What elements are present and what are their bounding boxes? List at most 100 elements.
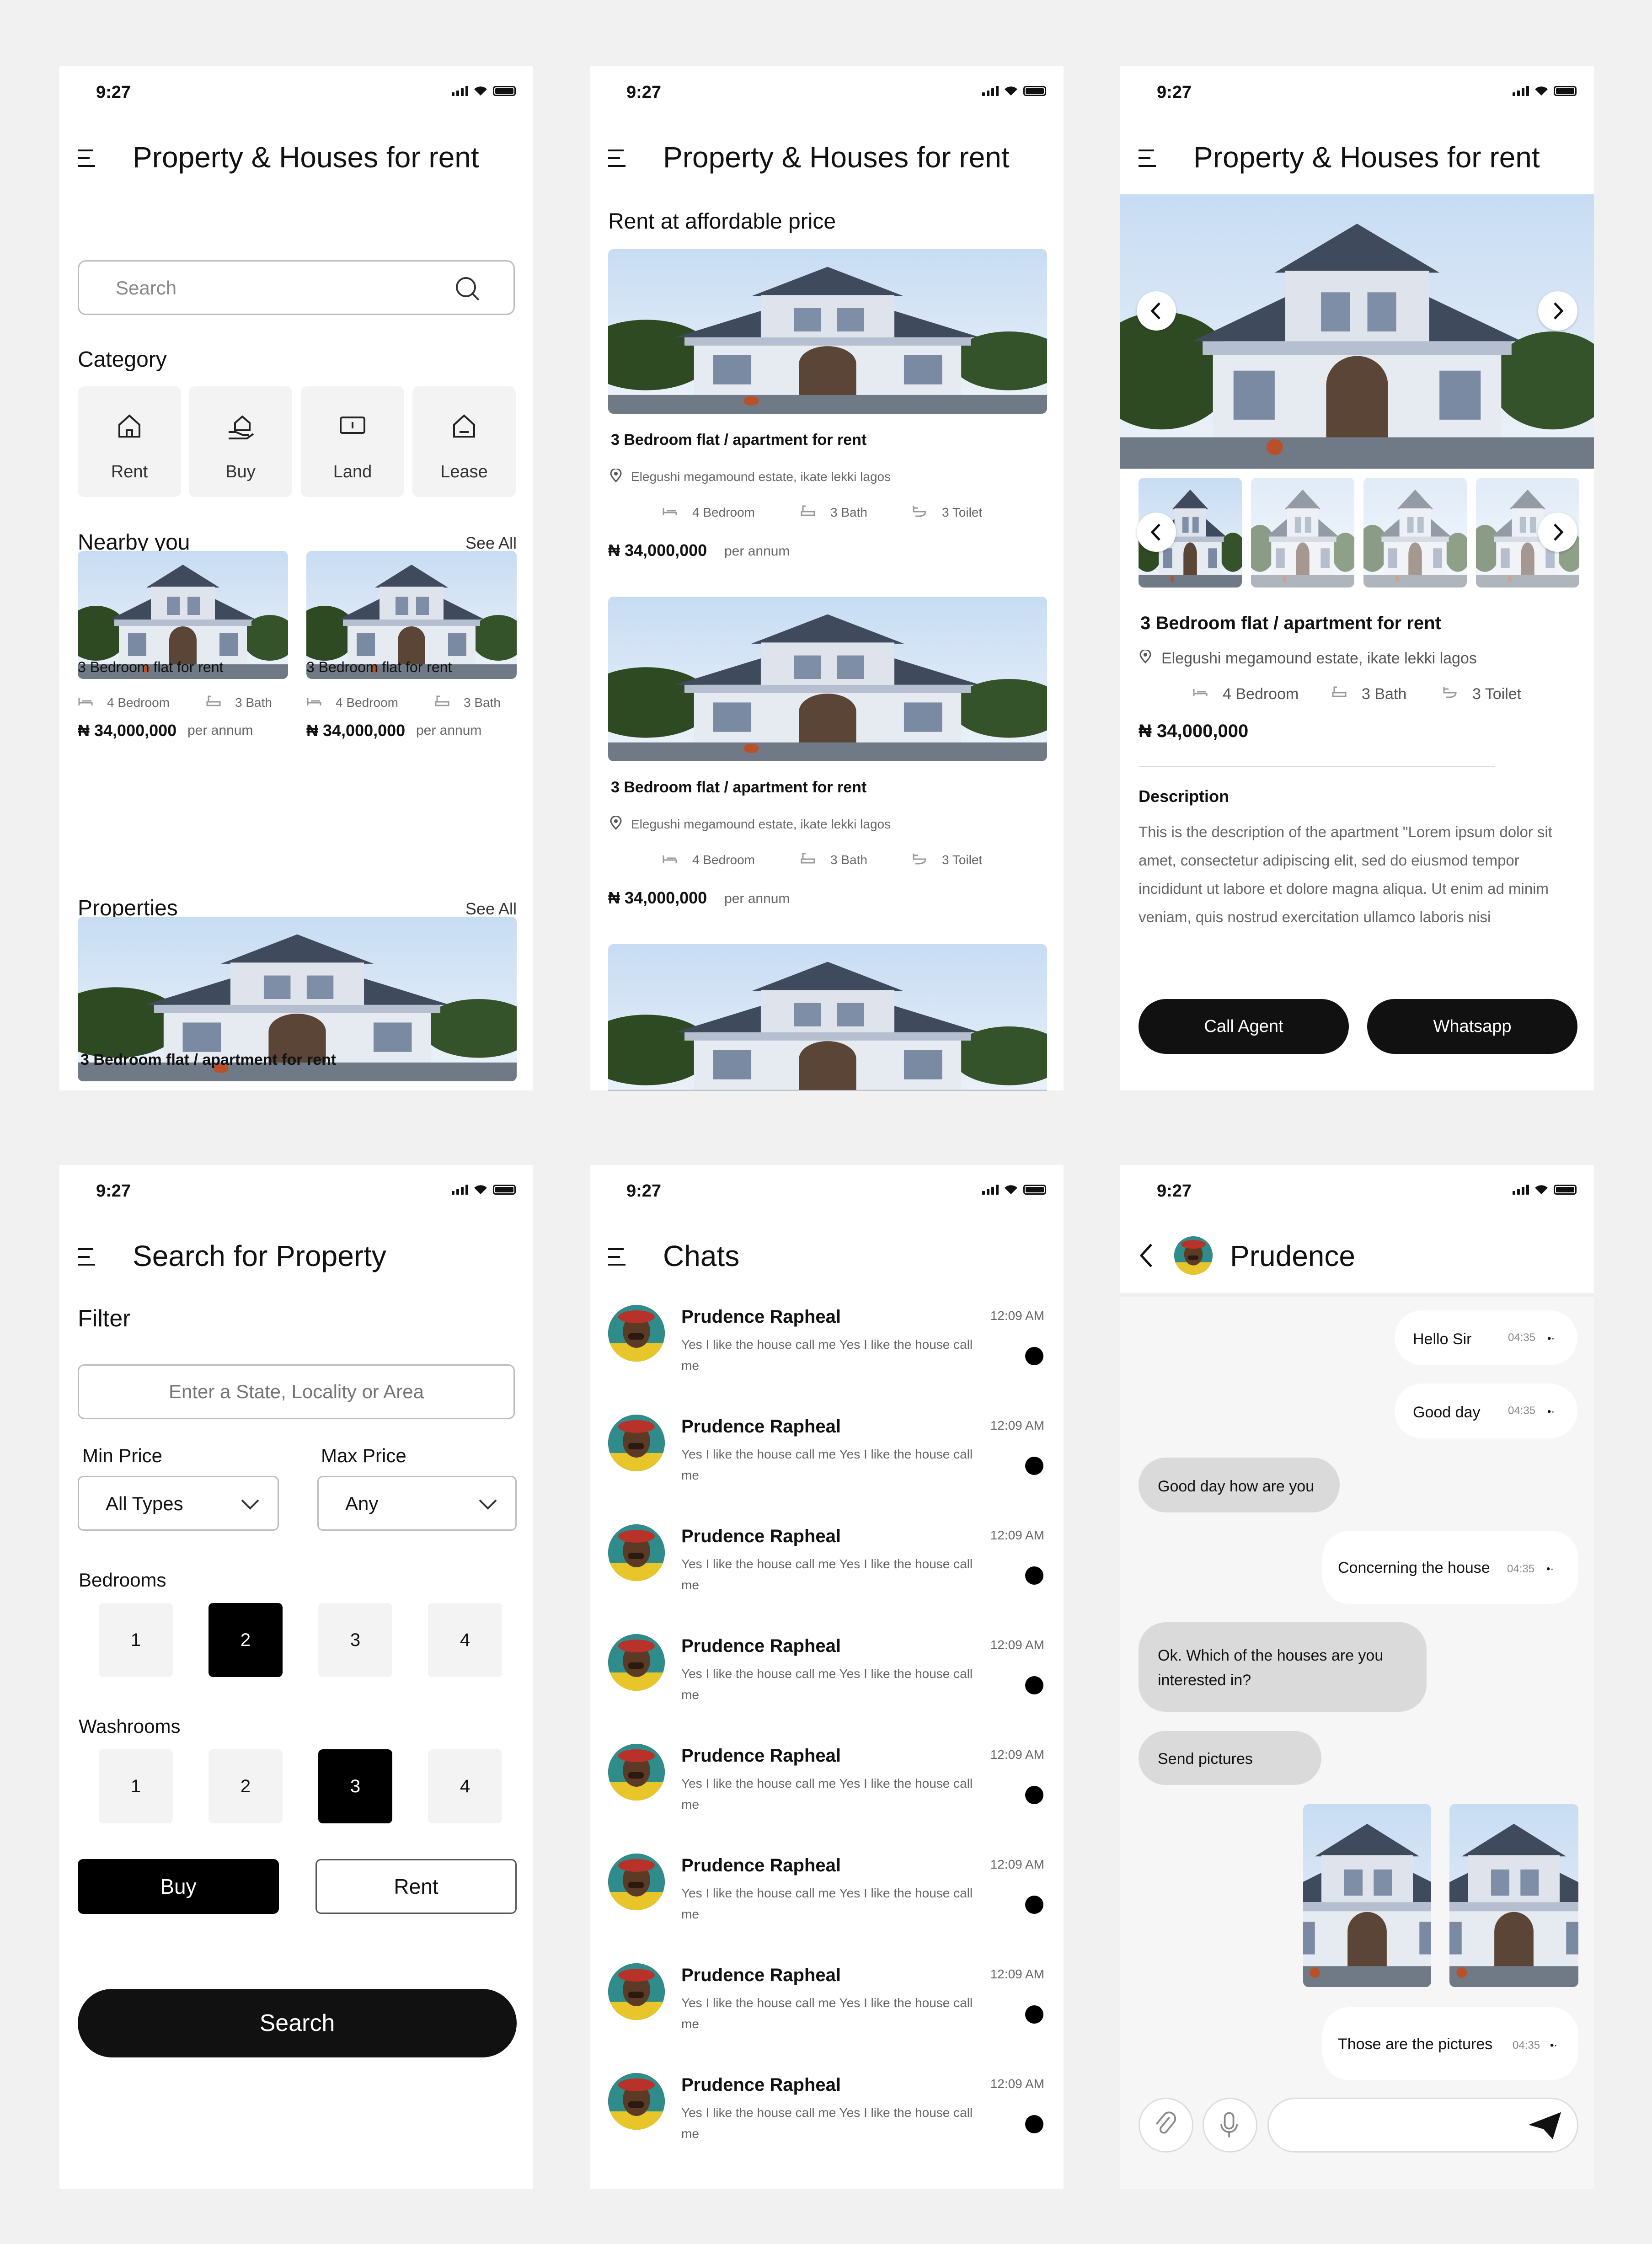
listing-title[interactable]: 3 Bedroom flat / apartment for rent [611,779,866,796]
category-land[interactable]: Land [301,386,404,497]
signal-icon [982,86,999,96]
status-bar: 9:27 [59,1165,533,1220]
washroom-option[interactable]: 4 [428,1749,502,1823]
listing-photo[interactable] [608,597,1047,761]
bedroom-option[interactable]: 1 [99,1603,173,1677]
see-all-link[interactable]: See All [465,534,517,553]
listing-location: Elegushi megamound estate, ikate lekki l… [631,817,891,831]
chat-time: 12:09 AM [990,1418,1044,1432]
page-title: Property & Houses for rent [1193,141,1540,174]
avatar [608,2073,665,2130]
min-price-select[interactable]: All Types [78,1476,279,1531]
chat-row[interactable]: Prudence Rapheal 12:09 AM Yes I like the h… [608,1305,1047,1405]
menu-icon[interactable] [1139,147,1157,170]
filter-title: Filter [78,1305,131,1332]
category-lease[interactable]: Lease [412,386,516,497]
chat-row[interactable]: Prudence Rapheal 12:09 AM Yes I like the h… [608,1415,1047,1515]
category-buy[interactable]: Buy [189,386,292,497]
page-title: Property & Houses for rent [663,141,1010,174]
chat-name: Prudence Rapheal [681,1746,841,1766]
read-status-icon: •· [1547,1332,1555,1345]
search-field[interactable] [78,260,515,315]
bedroom-option[interactable]: 4 [428,1603,502,1677]
gallery-prev-button[interactable] [1137,291,1176,331]
shared-photo[interactable] [1303,1804,1431,1987]
price-period: per annum [724,544,790,559]
see-all-link[interactable]: See All [465,899,517,919]
location-pin-icon [1139,650,1151,663]
unread-dot [1025,2115,1043,2133]
washroom-option-selected[interactable]: 3 [318,1749,392,1823]
max-price-select[interactable]: Any [317,1476,517,1531]
menu-icon[interactable] [608,147,626,170]
location-field[interactable] [78,1364,515,1419]
screen-conversation: 9:27 Prudence Hello Sir 04:35 •· Good da… [1120,1165,1594,2189]
thumbnail-prev-button[interactable] [1137,513,1176,552]
location-input[interactable] [79,1366,513,1418]
send-icon[interactable] [1529,2112,1561,2139]
chat-row[interactable]: Prudence Rapheal 12:09 AM Yes I like the h… [608,1524,1047,1625]
bedroom-count: 4 Bedroom [692,505,755,519]
bed-icon [307,698,321,705]
chat-row[interactable]: Prudence Rapheal 12:09 AM Yes I like the h… [608,1854,1047,1954]
chat-preview: Yes I like the house call me Yes I like … [681,1557,973,1592]
battery-icon [1023,1185,1046,1195]
description-text: This is the description of the apartment… [1139,823,1552,925]
bedroom-option[interactable]: 3 [318,1603,392,1677]
listing-price: ₦ 34,000,000 [608,888,707,907]
search-button[interactable]: Search [78,1989,517,2057]
rent-toggle-button[interactable]: Rent [315,1859,517,1914]
thumbnail-next-button[interactable] [1538,513,1577,552]
chat-name: Prudence Rapheal [681,1636,841,1656]
gallery-main-photo[interactable] [1120,194,1594,469]
menu-icon[interactable] [78,1245,96,1268]
bath-icon [1332,686,1347,697]
thumbnail[interactable] [1363,478,1467,588]
listing-title[interactable]: 3 Bedroom flat / apartment for rent [611,431,866,449]
price-period: per annum [416,723,482,738]
attach-button[interactable] [1139,2098,1193,2153]
menu-icon[interactable] [608,1245,626,1268]
toilet-icon [913,506,926,517]
buy-toggle-button[interactable]: Buy [78,1859,279,1914]
thumbnail[interactable] [1251,478,1354,588]
min-price-value: All Types [106,1493,183,1514]
chat-preview: Yes I like the house call me Yes I like … [681,1667,973,1702]
washroom-option[interactable]: 2 [209,1749,283,1823]
chat-row[interactable]: Prudence Rapheal 12:09 AM Yes I like the h… [608,2073,1047,2174]
avatar [608,1415,665,1471]
bath-count: 3 Bath [464,695,501,710]
bath-icon [206,695,221,706]
chat-row[interactable]: Prudence Rapheal 12:09 AM Yes I like the h… [608,1963,1047,2064]
listing-photo[interactable] [608,249,1047,414]
nearby-title-1[interactable]: 3 Bedroom flat for rent [78,659,223,676]
microphone-icon [1220,2112,1238,2137]
search-icon[interactable] [454,275,481,303]
wifi-icon [474,86,487,96]
back-arrow-icon[interactable] [1137,1242,1155,1269]
search-input[interactable] [116,277,390,299]
message-bubble-sent: Good day 04:35 •· [1395,1384,1577,1438]
nearby-title-2[interactable]: 3 Bedroom flat for rent [306,659,452,676]
shared-photo[interactable] [1449,1804,1578,1987]
voice-button[interactable] [1203,2098,1257,2153]
message-input-field[interactable] [1267,2098,1578,2153]
chat-preview: Yes I like the house call me Yes I like … [681,1447,973,1482]
category-label: Lease [440,462,488,481]
property-title[interactable]: 3 Bedroom flat / apartment for rent [80,1051,336,1069]
chat-row[interactable]: Prudence Rapheal 12:09 AM Yes I like the h… [608,1634,1047,1735]
chevron-down-icon [241,1499,259,1510]
whatsapp-button[interactable]: Whatsapp [1367,999,1577,1054]
bedroom-option-selected[interactable]: 2 [209,1603,283,1677]
gallery-next-button[interactable] [1538,291,1577,331]
category-rent[interactable]: Rent [78,386,181,497]
price-period: per annum [187,723,253,738]
status-indicators [1513,1184,1577,1195]
washroom-option[interactable]: 1 [99,1749,173,1823]
chat-row[interactable]: Prudence Rapheal 12:09 AM Yes I like the h… [608,1744,1047,1844]
max-price-label: Max Price [321,1445,406,1466]
menu-icon[interactable] [78,147,96,170]
listing-photo[interactable] [608,944,1047,1090]
call-agent-button[interactable]: Call Agent [1139,999,1349,1054]
listing-location: Elegushi megamound estate, ikate lekki l… [1161,650,1477,667]
